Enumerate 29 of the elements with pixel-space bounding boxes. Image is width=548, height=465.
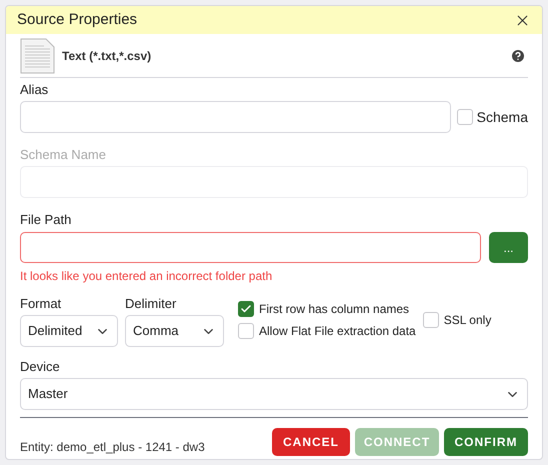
check-icon — [240, 303, 252, 315]
checkbox-label: Allow Flat File extraction data — [259, 323, 416, 339]
field-label: File Path — [20, 212, 72, 228]
source-type: Text (*.txt,*.csv) — [62, 48, 152, 64]
help-icon[interactable] — [510, 48, 526, 64]
checkbox[interactable] — [238, 323, 254, 339]
checkbox-label: First row has column names — [259, 301, 410, 317]
checkbox-label: Schema — [476, 109, 528, 125]
field-label: Device — [20, 359, 61, 375]
document-icon — [20, 38, 55, 74]
file-path-field[interactable] — [20, 232, 481, 263]
delimiter-select[interactable]: Comma — [125, 315, 224, 347]
error-message: It looks like you entered an incorrect folder path — [20, 268, 274, 284]
field-label: Schema Name — [20, 147, 107, 163]
checkbox[interactable] — [238, 301, 254, 317]
entity-text: Entity: demo_etl_plus - 1241 - dw3 — [20, 439, 205, 455]
device-select[interactable]: Master — [20, 378, 528, 410]
field-label: Alias — [20, 82, 50, 98]
checkbox-label: SSL only — [444, 312, 492, 328]
field-label: Delimiter — [125, 296, 178, 312]
checkbox[interactable] — [422, 312, 439, 328]
alias-field[interactable] — [20, 101, 451, 133]
checkbox[interactable] — [456, 109, 473, 125]
format-select[interactable]: Delimited — [20, 315, 118, 347]
dialog-title: Source Properties — [17, 12, 138, 28]
browse-button[interactable]: ... — [489, 232, 528, 263]
field-label: Format — [20, 296, 62, 312]
dialog-button[interactable]: CANCEL — [272, 428, 350, 456]
dialog-button[interactable]: CONFIRM — [444, 428, 528, 456]
